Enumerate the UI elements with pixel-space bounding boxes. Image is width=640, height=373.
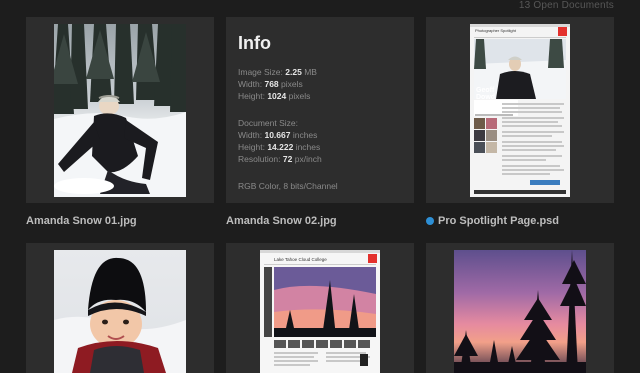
document-card-amanda-01[interactable] — [26, 17, 214, 203]
thumbnail-sunset-trees — [454, 250, 586, 373]
document-name-amanda-01[interactable]: Amanda Snow 01.jpg — [26, 215, 137, 227]
doc-height-unit: inches — [295, 142, 321, 152]
image-size-unit: MB — [304, 67, 317, 77]
doc-height-value: 14.222 — [267, 142, 294, 152]
height-row: Height: 1024 pixels — [238, 90, 338, 102]
width-label: Width: — [238, 79, 263, 89]
info-spacer-2 — [238, 165, 338, 180]
doc-width-label: Width: — [238, 130, 263, 140]
info-title: Info — [238, 33, 271, 53]
color-mode: RGB Color, 8 bits/Channel — [238, 181, 338, 191]
document-size-row: Document Size: — [238, 117, 338, 129]
resolution-unit: px/inch — [294, 154, 322, 164]
document-card-pro-spotlight[interactable]: Photographer Spotlight Geoff Dowd — [426, 17, 614, 203]
document-name-amanda-02[interactable]: Amanda Snow 02.jpg — [226, 215, 337, 227]
height-label: Height: — [238, 91, 265, 101]
photo-sunset-silhouettes — [454, 250, 586, 373]
resolution-label: Resolution: — [238, 154, 281, 164]
document-size-label: Document Size: — [238, 118, 298, 128]
photo-child-in-snow — [54, 257, 186, 373]
thumbnail-boy-in-snow — [54, 250, 186, 373]
photo-woman-in-snow — [54, 24, 186, 197]
document-info-panel[interactable]: Info Image Size: 2.25 MB Width: 768 pixe… — [226, 17, 414, 203]
spotlight-heading: Photographer Spotlight — [475, 28, 516, 33]
width-value: 768 — [264, 79, 279, 89]
resolution-value: 72 — [282, 154, 293, 164]
doc-height-label: Height: — [238, 142, 265, 152]
college-webpage-preview — [260, 250, 380, 366]
doc-height-row: Height: 14.222 inches — [238, 141, 338, 153]
image-size-row: Image Size: 2.25 MB — [238, 66, 338, 78]
document-card-cloud-college[interactable]: Lake Tahoe Cloud College — [226, 243, 414, 373]
doc-width-unit: inches — [292, 130, 318, 140]
webpage-preview — [470, 24, 570, 194]
doc-width-row: Width: 10.667 inches — [238, 129, 338, 141]
height-unit: pixels — [288, 91, 311, 101]
width-row: Width: 768 pixels — [238, 78, 338, 90]
pro-spotlight-filename: Pro Spotlight Page.psd — [438, 215, 560, 227]
height-value: 1024 — [267, 91, 287, 101]
image-size-value: 2.25 — [285, 67, 302, 77]
spotlight-name-last: Dowd — [476, 94, 496, 101]
width-unit: pixels — [281, 79, 303, 89]
color-mode-row: RGB Color, 8 bits/Channel — [238, 180, 338, 192]
info-details: Image Size: 2.25 MB Width: 768 pixels He… — [238, 66, 338, 192]
image-size-label: Image Size: — [238, 67, 283, 77]
resolution-row: Resolution: 72 px/inch — [238, 153, 338, 165]
document-card-boy-snow[interactable] — [26, 243, 214, 373]
thumbnail-cloud-college-page: Lake Tahoe Cloud College — [260, 250, 380, 373]
unsaved-indicator-dot — [426, 217, 434, 225]
open-documents-count: 13 Open Documents — [518, 0, 614, 11]
document-name-pro-spotlight[interactable]: Pro Spotlight Page.psd — [426, 215, 559, 227]
thumbnail-pro-spotlight-page: Photographer Spotlight Geoff Dowd — [470, 24, 570, 197]
document-card-sunset[interactable] — [426, 243, 614, 373]
thumbnail-amanda-snow-01 — [54, 24, 186, 197]
college-heading: Lake Tahoe Cloud College — [274, 257, 327, 262]
spotlight-name-first: Geoff — [476, 87, 495, 94]
spotlight-name: Geoff Dowd — [476, 87, 495, 101]
doc-width-value: 10.667 — [264, 130, 291, 140]
